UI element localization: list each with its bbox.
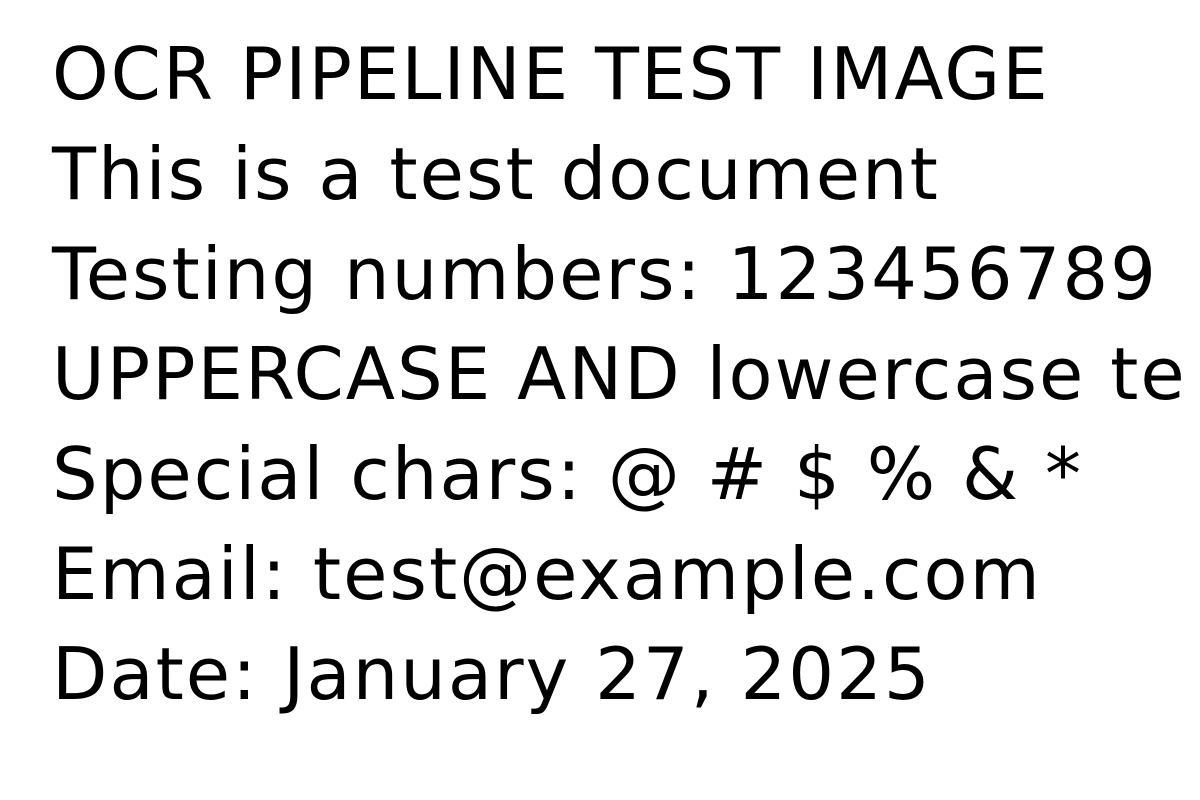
text-line-case: UPPERCASE AND lowercase te xyxy=(52,332,1187,416)
document-title: OCR PIPELINE TEST IMAGE xyxy=(52,32,1050,116)
text-line-date: Date: January 27, 2025 xyxy=(52,632,932,716)
text-line-special-chars: Special chars: @ # $ % & * xyxy=(52,432,1084,516)
text-line-intro: This is a test document xyxy=(52,132,940,216)
ocr-test-document: OCR PIPELINE TEST IMAGE This is a test d… xyxy=(0,0,1200,800)
text-line-numbers: Testing numbers: 123456789 xyxy=(52,232,1158,316)
text-line-email: Email: test@example.com xyxy=(52,532,1042,616)
